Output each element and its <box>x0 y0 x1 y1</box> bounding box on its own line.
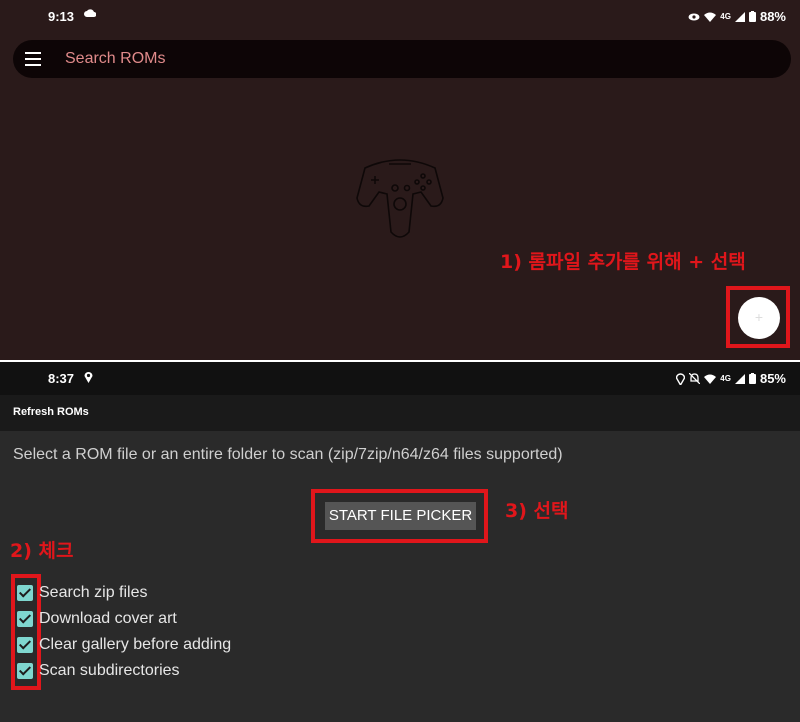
option-clear-gallery[interactable]: Clear gallery before adding <box>17 635 231 655</box>
fab-highlight: + <box>726 286 790 348</box>
checkbox-download-cover[interactable] <box>17 611 33 627</box>
battery-level: 88% <box>759 9 786 24</box>
wifi-icon <box>704 374 717 384</box>
network-type: 4G <box>720 374 731 383</box>
app-bar: Refresh ROMs <box>0 395 800 431</box>
search-bar[interactable]: Search ROMs <box>13 40 791 78</box>
checkbox-search-zip[interactable] <box>17 585 33 601</box>
add-rom-button[interactable]: + <box>738 297 780 339</box>
status-bar: 8:37 4G 85% <box>0 362 800 395</box>
controller-icon <box>356 159 444 238</box>
battery-icon <box>748 11 756 22</box>
option-label: Download cover art <box>39 610 177 627</box>
option-download-cover[interactable]: Download cover art <box>17 609 177 629</box>
search-input[interactable]: Search ROMs <box>65 50 165 68</box>
menu-icon[interactable] <box>25 52 41 66</box>
network-type: 4G <box>720 12 731 21</box>
rom-list-screen: 9:13 4G 88% Search ROMs 1) 롬파일 추가를 위해 + … <box>0 0 800 360</box>
eye-icon <box>688 13 700 20</box>
status-time: 8:37 <box>48 371 75 386</box>
checkbox-scan-subdirectories[interactable] <box>17 663 33 679</box>
status-icons: 4G 88% <box>688 9 786 24</box>
option-search-zip[interactable]: Search zip files <box>17 583 148 603</box>
start-file-picker-button[interactable]: START FILE PICKER <box>325 502 476 530</box>
option-label: Search zip files <box>39 584 148 601</box>
status-icons: 4G 85% <box>676 371 786 386</box>
signal-icon <box>734 373 745 384</box>
picker-highlight: START FILE PICKER <box>311 489 488 543</box>
description-text: Select a ROM file or an entire folder to… <box>13 446 563 463</box>
option-scan-subdirectories[interactable]: Scan subdirectories <box>17 661 180 681</box>
option-label: Clear gallery before adding <box>39 636 232 653</box>
annotation-step3: 3) 선택 <box>505 500 569 522</box>
annotation-step2: 2) 체크 <box>10 540 74 562</box>
battery-icon <box>748 373 756 384</box>
status-time: 9:13 <box>48 9 75 24</box>
option-label: Scan subdirectories <box>39 662 180 679</box>
status-bar: 9:13 4G 88% <box>0 0 800 30</box>
cloud-icon <box>84 9 96 17</box>
signal-icon <box>734 11 745 22</box>
location-icon <box>84 372 93 383</box>
refresh-roms-screen: 8:37 4G 85% Refresh ROMs Select a ROM fi… <box>0 362 800 722</box>
checkbox-clear-gallery[interactable] <box>17 637 33 653</box>
annotation-step1: 1) 롬파일 추가를 위해 + 선택 <box>500 251 746 273</box>
plus-icon: + <box>754 309 764 325</box>
wifi-icon <box>704 12 717 22</box>
mute-icon <box>689 373 701 384</box>
page-title: Refresh ROMs <box>13 406 89 418</box>
location-icon <box>676 372 686 385</box>
battery-level: 85% <box>759 371 786 386</box>
